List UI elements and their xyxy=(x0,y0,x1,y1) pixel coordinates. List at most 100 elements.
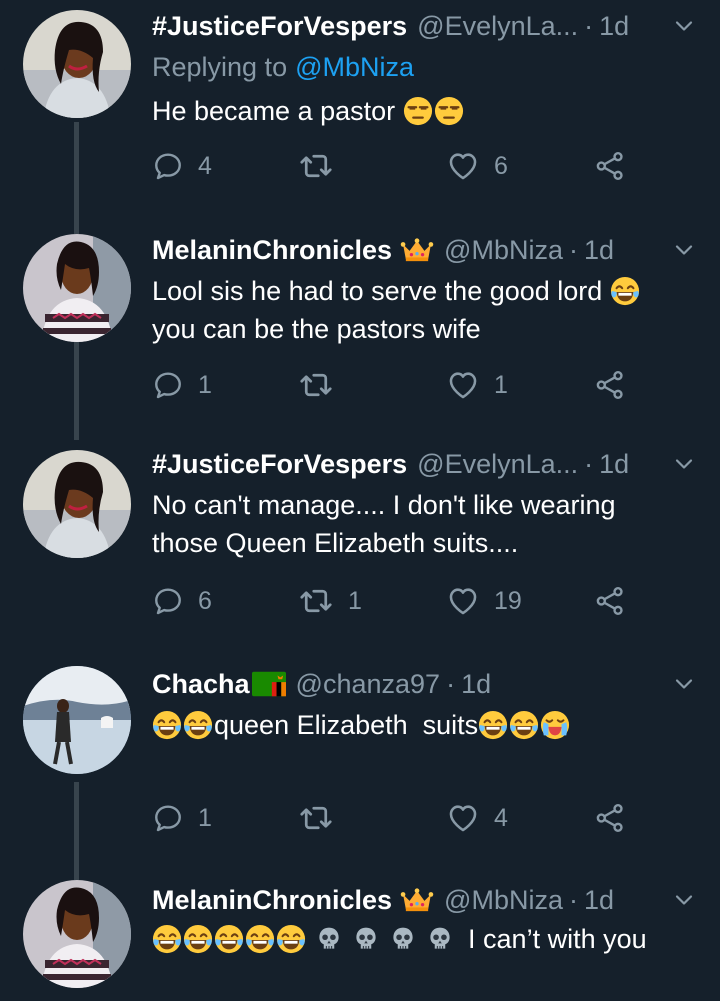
timestamp[interactable]: 1d xyxy=(584,880,614,920)
replying-label: Replying to xyxy=(152,52,288,82)
skull-emoji xyxy=(352,924,380,954)
tweet-actions: 4 6 xyxy=(152,146,652,186)
tweet-text: He became a pastor xyxy=(152,92,690,130)
thread-line xyxy=(74,220,79,234)
thread-line xyxy=(74,782,79,880)
avatar[interactable] xyxy=(23,450,131,558)
like-button[interactable]: 6 xyxy=(446,146,508,186)
timestamp[interactable]: 1d xyxy=(599,444,629,484)
retweet-icon xyxy=(298,148,334,184)
reply-button[interactable]: 1 xyxy=(152,365,212,405)
tweet-text-line: Lool sis he had to serve the good lord xyxy=(152,276,603,306)
avatar[interactable] xyxy=(23,10,131,118)
tears-of-joy-emoji xyxy=(183,710,213,740)
tweet-text: Lool sis he had to serve the good lord y… xyxy=(152,272,690,348)
skull-emoji xyxy=(389,924,417,954)
tweet[interactable]: MelaninChronicles @MbNiza · 1d Lool sis … xyxy=(0,220,720,440)
reply-button[interactable]: 6 xyxy=(152,581,212,621)
skull-emoji xyxy=(426,924,454,954)
reply-count: 6 xyxy=(198,586,212,615)
like-button[interactable]: 19 xyxy=(446,581,522,621)
timestamp[interactable]: 1d xyxy=(584,230,614,270)
tweet-text-line: No can't manage.... I don't like wearing xyxy=(152,490,616,520)
reply-count: 1 xyxy=(198,803,212,832)
tweet[interactable]: MelaninChronicles @MbNiza · 1d I can’t w… xyxy=(0,880,720,1001)
avatar[interactable] xyxy=(23,666,131,774)
share-icon xyxy=(594,150,626,182)
handle[interactable]: @EvelynLa... xyxy=(417,444,578,484)
like-count: 4 xyxy=(494,803,508,832)
handle[interactable]: @EvelynLa... xyxy=(417,6,578,46)
share-button[interactable] xyxy=(594,581,626,621)
like-count: 19 xyxy=(494,586,522,615)
like-count: 6 xyxy=(494,151,508,180)
avatar[interactable] xyxy=(23,880,131,988)
tweet[interactable]: #JusticeForVespers @EvelynLa... · 1d Rep… xyxy=(0,0,720,220)
retweet-button[interactable] xyxy=(298,365,348,405)
tweet-actions: 1 4 xyxy=(152,798,652,838)
tears-of-joy-emoji xyxy=(509,710,539,740)
tears-of-joy-emoji xyxy=(610,276,640,306)
chevron-down-icon[interactable] xyxy=(672,888,696,912)
timestamp[interactable]: 1d xyxy=(599,6,629,46)
display-name[interactable]: MelaninChronicles xyxy=(152,230,392,270)
handle[interactable]: @chanza97 xyxy=(296,664,441,704)
share-icon xyxy=(594,369,626,401)
reply-count: 4 xyxy=(198,151,212,180)
like-button[interactable]: 4 xyxy=(446,798,508,838)
tweet[interactable]: #JusticeForVespers @EvelynLa... · 1d No … xyxy=(0,440,720,660)
reply-button[interactable]: 1 xyxy=(152,798,212,838)
replying-to: Replying to @MbNiza xyxy=(152,52,414,83)
display-name[interactable]: #JusticeForVespers xyxy=(152,444,407,484)
tweet-text-line: you can be the pastors wife xyxy=(152,314,481,344)
chevron-down-icon[interactable] xyxy=(672,672,696,696)
reply-button[interactable]: 4 xyxy=(152,146,212,186)
retweet-button[interactable] xyxy=(298,798,348,838)
tears-of-joy-emoji xyxy=(245,924,275,954)
tweet-text: I can’t with you xyxy=(152,920,690,958)
unamused-face-emoji xyxy=(403,96,433,126)
retweet-icon xyxy=(298,367,334,403)
share-button[interactable] xyxy=(594,798,626,838)
retweet-icon xyxy=(298,583,334,619)
retweet-button[interactable] xyxy=(298,146,348,186)
skull-emoji xyxy=(315,924,343,954)
separator-dot: · xyxy=(584,11,594,41)
chevron-down-icon[interactable] xyxy=(672,452,696,476)
retweet-icon xyxy=(298,800,334,836)
handle[interactable]: @MbNiza xyxy=(444,230,563,270)
heart-icon xyxy=(446,801,480,835)
timeline: #JusticeForVespers @EvelynLa... · 1d Rep… xyxy=(0,0,720,1001)
display-name[interactable]: MelaninChronicles xyxy=(152,880,392,920)
chevron-down-icon[interactable] xyxy=(672,238,696,262)
timestamp[interactable]: 1d xyxy=(461,664,491,704)
thread-line xyxy=(74,122,79,220)
share-button[interactable] xyxy=(594,365,626,405)
handle[interactable]: @MbNiza xyxy=(444,880,563,920)
tears-of-joy-emoji xyxy=(478,710,508,740)
crown-emoji xyxy=(400,887,434,913)
tweet-text-line: those Queen Elizabeth suits.... xyxy=(152,528,519,558)
like-button[interactable]: 1 xyxy=(446,365,508,405)
reply-count: 1 xyxy=(198,370,212,399)
heart-icon xyxy=(446,149,480,183)
tweet-actions: 1 1 xyxy=(152,365,652,405)
tweet-text-line: queen Elizabeth suits xyxy=(214,710,479,740)
reply-icon xyxy=(152,150,184,182)
avatar[interactable] xyxy=(23,234,131,342)
tweet-text-line: He became a pastor xyxy=(152,96,396,126)
tears-of-joy-emoji xyxy=(276,924,306,954)
share-icon xyxy=(594,585,626,617)
retweet-button[interactable]: 1 xyxy=(298,581,362,621)
tweet[interactable]: Chacha @chanza97 · 1d queen Elizabeth su… xyxy=(0,660,720,880)
chevron-down-icon[interactable] xyxy=(672,14,696,38)
tweet-text: No can't manage.... I don't like wearing… xyxy=(152,486,690,562)
tweet-text: queen Elizabeth suits xyxy=(152,706,690,744)
share-icon xyxy=(594,802,626,834)
loudly-crying-emoji xyxy=(540,710,570,740)
mention-link[interactable]: @MbNiza xyxy=(295,52,414,82)
share-button[interactable] xyxy=(594,146,626,186)
display-name[interactable]: #JusticeForVespers xyxy=(152,6,407,46)
reply-icon xyxy=(152,585,184,617)
display-name[interactable]: Chacha xyxy=(152,664,250,704)
